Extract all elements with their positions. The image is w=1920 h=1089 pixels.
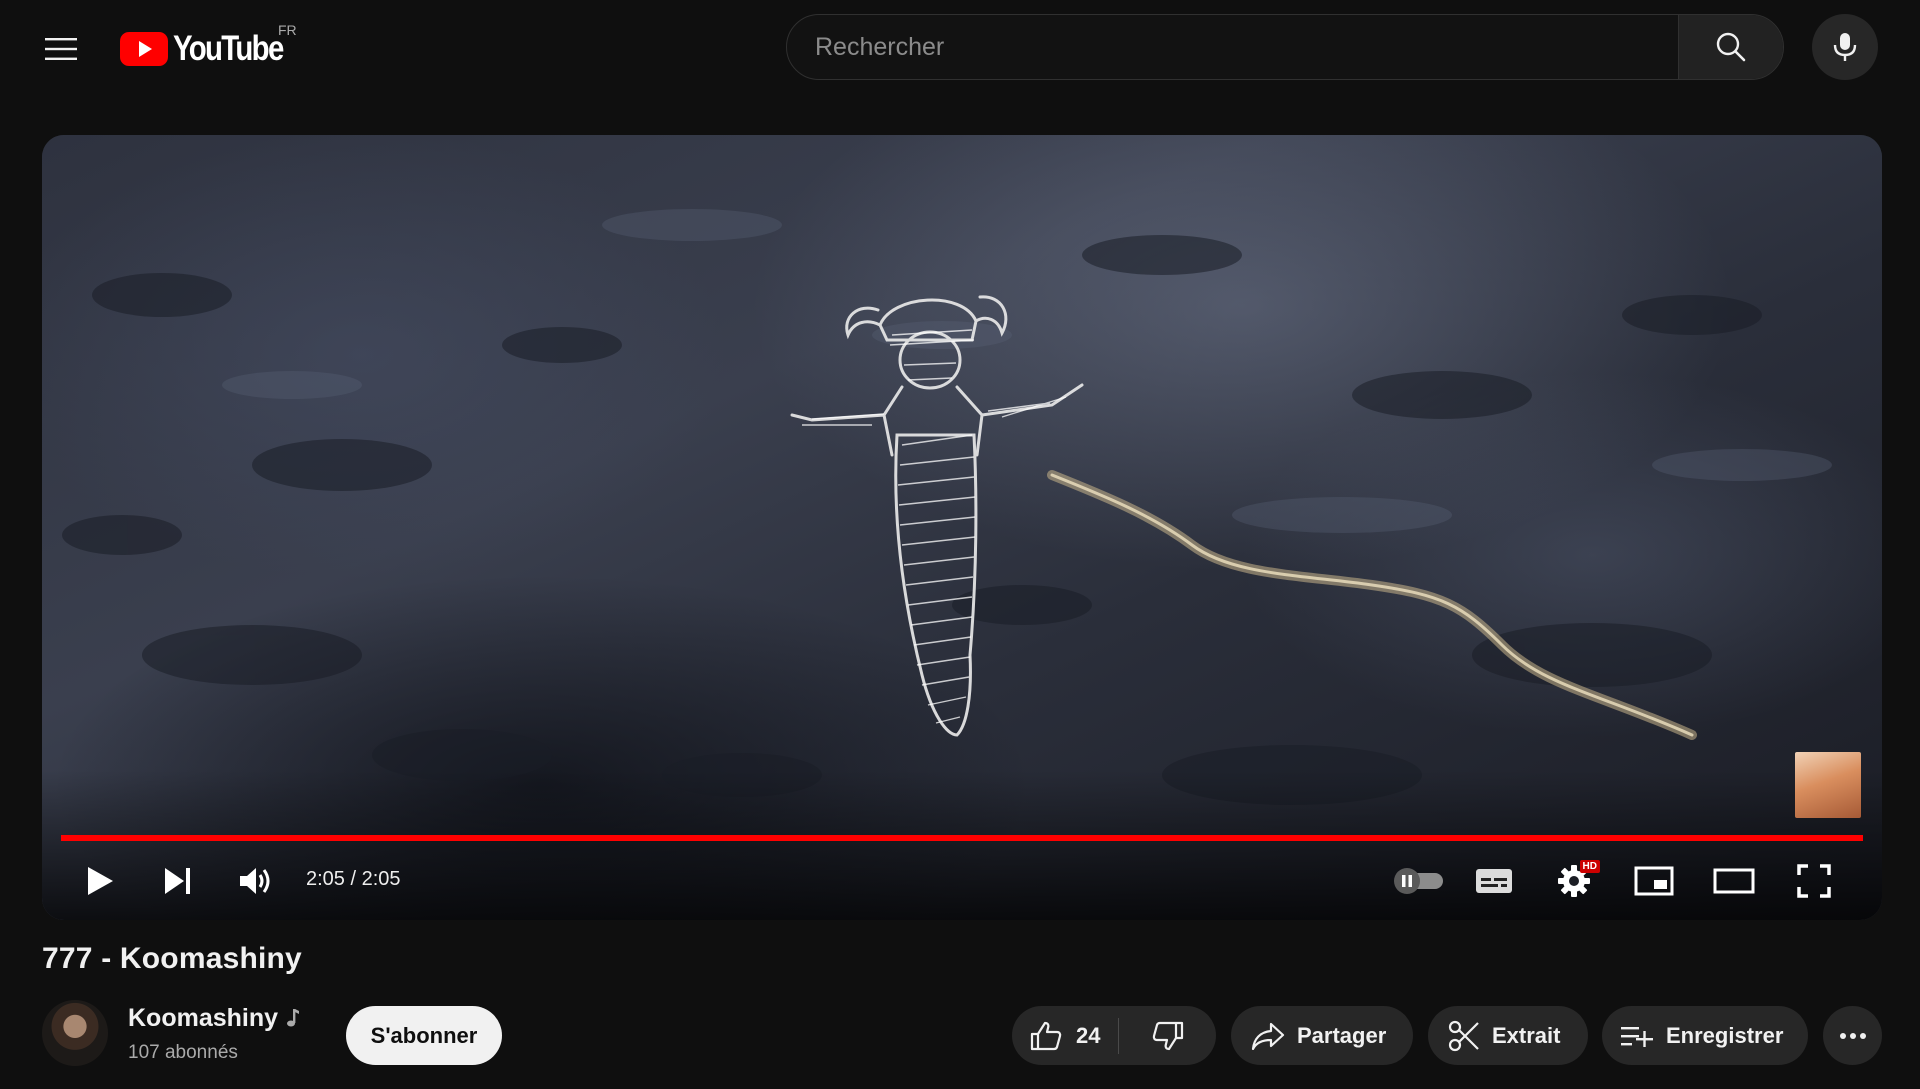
youtube-logo-icon xyxy=(120,32,168,66)
save-to-playlist-button[interactable]: Enregistrer xyxy=(1602,1006,1808,1065)
miniplayer-icon xyxy=(1634,866,1674,896)
like-count: 24 xyxy=(1076,1022,1101,1048)
play-button[interactable] xyxy=(74,855,126,907)
country-code: FR xyxy=(278,22,297,38)
thumbs-up-icon xyxy=(1030,1021,1062,1050)
scissors-icon xyxy=(1448,1020,1479,1051)
theater-mode-button[interactable] xyxy=(1708,855,1760,907)
subtitles-icon xyxy=(1476,869,1512,893)
clip-button[interactable]: Extrait xyxy=(1428,1006,1588,1065)
video-title: 777 - Koomashiny xyxy=(42,942,302,975)
search-button[interactable] xyxy=(1678,15,1783,79)
clip-label: Extrait xyxy=(1492,1022,1561,1048)
autoplay-toggle[interactable] xyxy=(1387,855,1451,907)
like-dislike-group: 24 xyxy=(1012,1006,1216,1065)
miniplayer-button[interactable] xyxy=(1628,855,1680,907)
search-box xyxy=(786,14,1784,80)
more-actions-button[interactable] xyxy=(1823,1006,1882,1065)
share-button[interactable]: Partager xyxy=(1231,1006,1413,1065)
search-icon xyxy=(1716,32,1746,62)
microphone-icon xyxy=(1833,33,1857,61)
progress-bar[interactable] xyxy=(61,835,1863,841)
menu-button[interactable] xyxy=(36,26,86,72)
voice-search-button[interactable] xyxy=(1812,14,1878,80)
more-horizontal-icon xyxy=(1839,1032,1866,1039)
fullscreen-button[interactable] xyxy=(1788,855,1840,907)
youtube-logo[interactable]: YouTube xyxy=(120,26,304,72)
subtitles-button[interactable] xyxy=(1468,855,1520,907)
menu-icon xyxy=(45,38,77,60)
volume-button[interactable] xyxy=(230,855,282,907)
channel-name[interactable]: Koomashiny xyxy=(128,1004,278,1033)
time-display: 2:05 / 2:05 xyxy=(306,868,401,890)
fullscreen-icon xyxy=(1797,864,1831,898)
next-button[interactable] xyxy=(152,855,204,907)
save-label: Enregistrer xyxy=(1666,1022,1784,1048)
autoplay-toggle-icon xyxy=(1394,868,1443,894)
music-note-icon xyxy=(287,1009,299,1027)
video-player[interactable]: 2:05 / 2:05 HD xyxy=(42,135,1882,920)
subscriber-count: 107 abonnés xyxy=(128,1042,238,1063)
logo-text: YouTube xyxy=(173,29,284,68)
masthead: YouTube FR xyxy=(0,0,1920,96)
settings-button[interactable]: HD xyxy=(1548,855,1600,907)
subscribe-button[interactable]: S'abonner xyxy=(346,1006,502,1065)
hd-badge: HD xyxy=(1579,860,1600,873)
dislike-button[interactable] xyxy=(1119,1006,1216,1065)
theater-mode-icon xyxy=(1713,868,1755,894)
thumbs-down-icon xyxy=(1152,1021,1183,1050)
volume-icon xyxy=(240,868,270,894)
like-button[interactable]: 24 xyxy=(1012,1006,1118,1065)
next-icon xyxy=(165,868,190,894)
add-to-playlist-icon xyxy=(1621,1026,1653,1047)
channel-avatar[interactable] xyxy=(42,1000,108,1066)
player-controls: 2:05 / 2:05 HD xyxy=(42,843,1882,920)
share-label: Partager xyxy=(1297,1022,1387,1048)
search-input[interactable] xyxy=(787,15,1678,79)
share-icon xyxy=(1251,1022,1285,1050)
progress-played xyxy=(61,835,1863,841)
endscreen-thumbnail[interactable] xyxy=(1795,752,1861,818)
play-icon xyxy=(88,867,113,895)
